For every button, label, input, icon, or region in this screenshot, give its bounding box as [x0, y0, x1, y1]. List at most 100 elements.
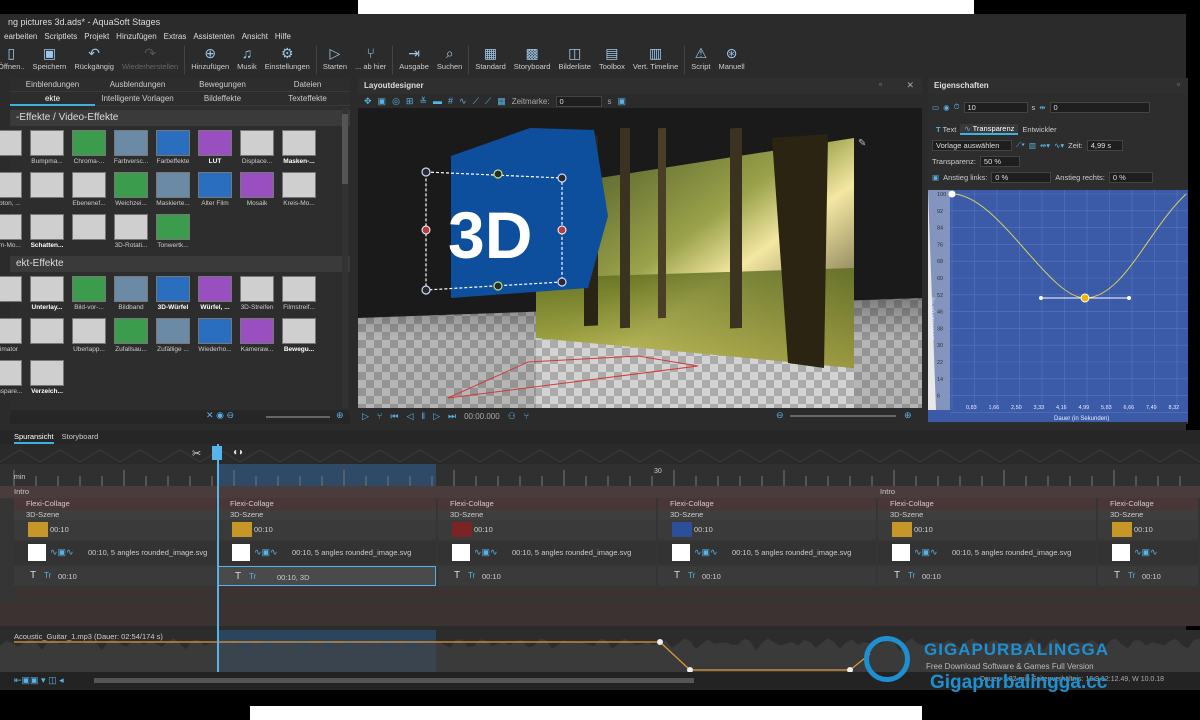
eye-icon[interactable]: ◉: [943, 103, 950, 112]
eye-icon[interactable]: ◉: [216, 410, 224, 420]
object-effect-tile[interactable]: Transpare...: [0, 360, 24, 398]
intro-label[interactable]: Intro: [14, 487, 29, 496]
scene-clip[interactable]: 3D-Szene: [438, 510, 656, 520]
curve-tool-icon[interactable]: ⟋▾: [1016, 140, 1025, 150]
video-effect-tile[interactable]: Masken-...: [280, 130, 318, 168]
tab-text-effects[interactable]: Texteffekte: [265, 92, 350, 106]
section-video-effects[interactable]: -Effekte / Video-Effekte: [10, 110, 350, 126]
intro-label[interactable]: Intro: [880, 487, 895, 496]
svg-image-clip[interactable]: ∿▣∿ 00:10, 5 angles rounded_image.svg: [658, 542, 876, 564]
flexi-collage-clip[interactable]: Flexi-Collage: [1098, 498, 1198, 510]
object-effect-tile[interactable]: Verzeich...: [28, 360, 66, 398]
tab-storyboard[interactable]: Storyboard: [62, 430, 99, 444]
scissors-icon[interactable]: ✂: [192, 447, 201, 460]
add-button[interactable]: ⊕ Hinzufügen: [187, 44, 233, 76]
tab-fade-in[interactable]: Einblendungen: [10, 78, 95, 92]
scene-clip[interactable]: 3D-Szene: [218, 510, 436, 520]
video-effect-tile[interactable]: Kreis-Mo...: [280, 172, 318, 210]
manual-button[interactable]: ⊛ Manuell: [714, 44, 748, 76]
image-list-button[interactable]: ◫ Bilderliste: [554, 44, 595, 76]
settings-button[interactable]: ⚙ Einstellungen: [261, 44, 314, 76]
timer-icon[interactable]: ⏱: [954, 102, 960, 112]
fit-icon[interactable]: ⇤▣▣ ▾ ◫ ◂: [14, 675, 64, 686]
object-effect-tile[interactable]: Zufallsau...: [112, 318, 150, 356]
object-effect-tile[interactable]: Unterlay...: [28, 276, 66, 314]
save-button[interactable]: ▣ Speichern: [29, 44, 71, 76]
toolbox-button[interactable]: ▤ Toolbox: [595, 44, 629, 76]
template-select[interactable]: Vorlage auswählen: [932, 139, 1012, 151]
video-clip[interactable]: 00:10: [438, 520, 656, 540]
undo-button[interactable]: ↶ Rückgängig: [70, 44, 118, 76]
guides-icon[interactable]: ▦: [497, 96, 506, 107]
object-effect-tile[interactable]: Überlapp...: [70, 318, 108, 356]
open-button[interactable]: ▯ Öffnen..: [0, 44, 29, 76]
scene-clip[interactable]: 3D-Szene: [878, 510, 1096, 520]
flexi-collage-clip[interactable]: Flexi-Collage: [438, 498, 656, 510]
video-effect-tile[interactable]: 3D-Rotati...: [112, 214, 150, 252]
text-clip[interactable]: T Tr 00:10: [14, 566, 216, 586]
arrange-icon[interactable]: ≚: [419, 96, 427, 107]
marker-icon[interactable]: ◖◗: [232, 447, 244, 458]
object-effect-tile[interactable]: Kameraw...: [238, 318, 276, 356]
menu-add[interactable]: Hinzufügen: [116, 30, 156, 44]
time-input[interactable]: 4,99 s: [1086, 139, 1123, 151]
storyboard-button[interactable]: ▩ Storyboard: [510, 44, 555, 76]
empty-clip-slot[interactable]: [14, 588, 216, 600]
path-icon[interactable]: ∿: [459, 96, 467, 107]
video-effect-tile[interactable]: Maskierte...: [154, 172, 192, 210]
zoom-in-icon[interactable]: ⊕: [336, 410, 344, 421]
empty-clip-slot[interactable]: [218, 588, 436, 600]
tab-motions[interactable]: Bewegungen: [180, 78, 265, 92]
play-icon[interactable]: ▷: [362, 411, 369, 422]
tab-text[interactable]: T Text: [932, 125, 960, 134]
save-icon[interactable]: ▣: [932, 173, 939, 182]
tab-transparency[interactable]: ∿ Transparenz: [960, 123, 1019, 135]
snapshot-icon[interactable]: ⚇: [508, 411, 516, 422]
object-effect-tile[interactable]: Animator: [0, 318, 24, 356]
menu-extras[interactable]: Extras: [164, 30, 187, 44]
curve-icon[interactable]: ⟋: [485, 96, 491, 107]
svg-image-clip[interactable]: ∿▣∿ 00:10, 5 angles rounded_image.svg: [878, 542, 1096, 564]
delete-icon[interactable]: ▥: [1029, 141, 1036, 150]
next-icon[interactable]: ⏭: [448, 411, 456, 422]
object-effect-tile[interactable]: Bewegu...: [280, 318, 318, 356]
video-effect-tile[interactable]: Halbton, ...: [0, 172, 24, 210]
timeline-scrollbar[interactable]: [94, 678, 694, 683]
zeitmarke-input[interactable]: 0: [555, 95, 602, 107]
object-effect-tile[interactable]: Filmstreif...: [280, 276, 318, 314]
scene-clip[interactable]: 3D-Szene: [658, 510, 876, 520]
playhead-line[interactable]: [217, 444, 219, 672]
transparency-input[interactable]: 50 %: [979, 155, 1020, 167]
tab-track-view[interactable]: Spuransicht: [14, 430, 54, 444]
wave-icon[interactable]: ∿▾: [1054, 141, 1064, 150]
video-effect-tile[interactable]: Form-Mo...: [0, 214, 24, 252]
video-effect-tile[interactable]: Alter Film: [196, 172, 234, 210]
empty-clip-slot[interactable]: [658, 588, 876, 600]
tab-image-effects[interactable]: Bildeffekte: [180, 92, 265, 106]
object-effect-tile[interactable]: [0, 276, 24, 314]
video-effect-tile[interactable]: [28, 172, 66, 210]
object-effect-tile[interactable]: Bildband: [112, 276, 150, 314]
tab-developer[interactable]: Entwickler: [1018, 125, 1060, 134]
video-effect-tile[interactable]: Chroma-...: [70, 130, 108, 168]
tab-files[interactable]: Dateien: [265, 78, 350, 92]
object-effect-tile[interactable]: Bild-vor-...: [70, 276, 108, 314]
text-clip[interactable]: T Tr 00:10: [1098, 566, 1198, 586]
menu-scriptlets[interactable]: Scriptlets: [44, 30, 77, 44]
flexi-collage-clip[interactable]: Flexi-Collage: [14, 498, 216, 510]
layout-canvas[interactable]: 3D ✎: [358, 108, 922, 408]
text-clip[interactable]: T Tr 00:10, 3D: [218, 566, 436, 586]
globe-icon[interactable]: ◎: [392, 96, 400, 107]
object-effect-tile[interactable]: [28, 318, 66, 356]
timeline-ruler[interactable]: min 30: [0, 464, 1200, 486]
video-effect-tile[interactable]: Mosaik: [238, 172, 276, 210]
pause-icon[interactable]: ‖: [421, 411, 425, 421]
align-icon[interactable]: ▬: [433, 96, 442, 106]
video-clip[interactable]: 00:10: [1098, 520, 1198, 540]
flexi-collage-clip[interactable]: Flexi-Collage: [878, 498, 1096, 510]
prev-icon[interactable]: ⏮: [390, 411, 398, 422]
maximize-icon[interactable]: ▫: [1177, 80, 1180, 89]
spread-icon[interactable]: ⇹▾: [1040, 141, 1050, 150]
close-icon[interactable]: ✕: [206, 410, 214, 420]
step-forward-icon[interactable]: ▷: [433, 411, 440, 422]
